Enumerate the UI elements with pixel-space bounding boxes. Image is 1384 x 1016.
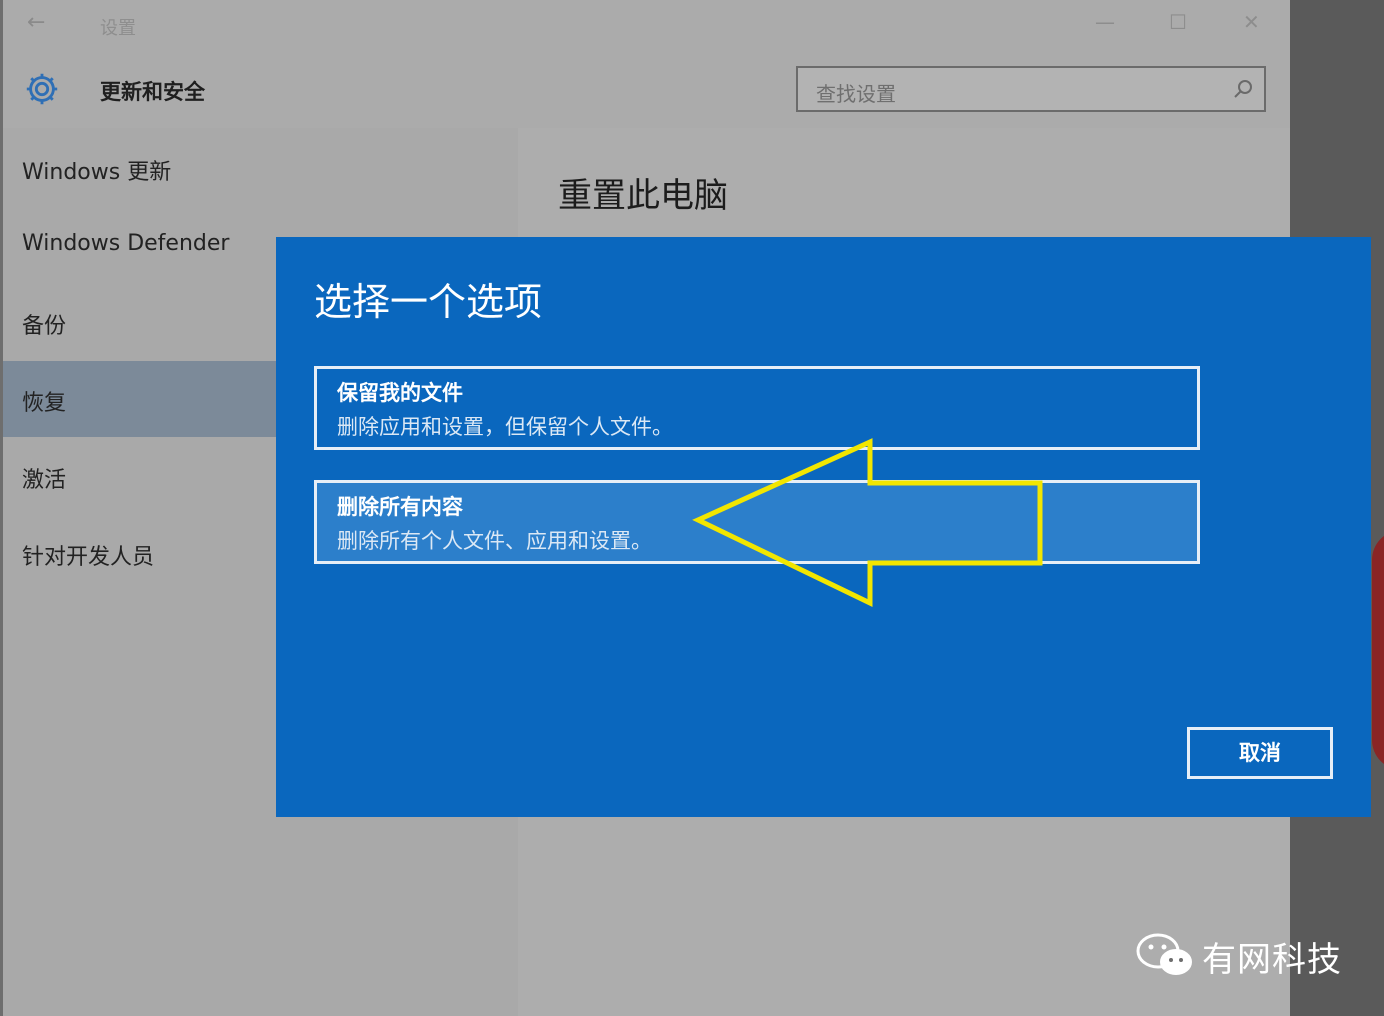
watermark-text: 有网科技	[1202, 940, 1342, 980]
watermark: 有网科技	[1136, 928, 1376, 984]
wechat-icon	[1136, 933, 1192, 975]
annotation-arrow-icon	[692, 438, 1043, 607]
